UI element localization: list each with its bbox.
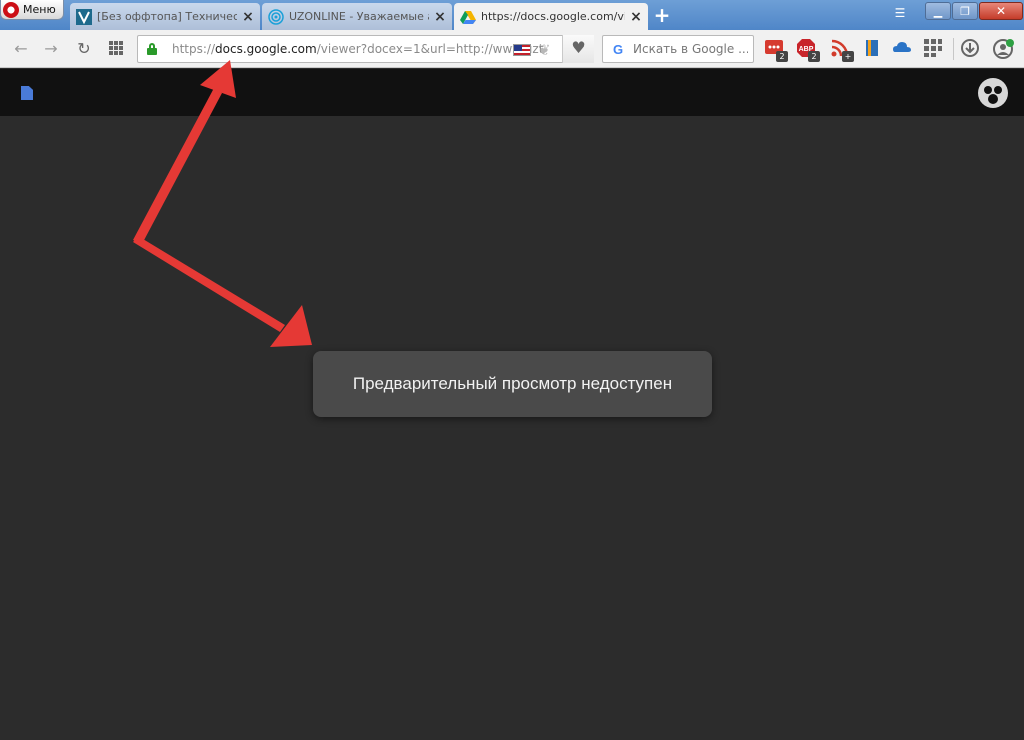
forward-button[interactable]: → [41, 39, 61, 59]
tabs-menu-icon[interactable]: ☰ [891, 6, 909, 22]
tab-title: UZONLINE - Уважаемые або [289, 10, 429, 23]
minimize-button[interactable]: ▁ [925, 2, 951, 20]
google-icon: G [613, 42, 624, 57]
notes-badge: 2 [776, 51, 788, 62]
close-tab-icon[interactable]: × [630, 9, 642, 25]
uzonline-icon [268, 8, 284, 25]
maximize-button[interactable]: ❐ [952, 2, 978, 20]
viewer-header [0, 69, 1024, 116]
tab-google-docs[interactable]: https://docs.google.com/vie × [454, 3, 648, 30]
new-tab-button[interactable]: + [653, 5, 671, 25]
leaf-icon[interactable]: ❦ [538, 41, 554, 59]
google-drive-icon [460, 10, 476, 24]
close-tab-icon[interactable]: × [242, 9, 254, 25]
book-icon[interactable] [862, 38, 882, 58]
avatar[interactable] [978, 78, 1008, 108]
search-input[interactable] [633, 42, 748, 56]
close-window-button[interactable]: ✕ [979, 2, 1023, 20]
tab-title: [Без оффтопа] Техническая [97, 10, 237, 23]
apps-grid-icon[interactable] [923, 38, 943, 58]
address-bar[interactable]: https://docs.google.com/viewer?docex=1&u… [137, 35, 594, 63]
tab-title: https://docs.google.com/vie [481, 10, 625, 23]
account-icon[interactable] [993, 38, 1014, 59]
preview-unavailable-message: Предварительный просмотр недоступен [313, 351, 712, 417]
tab-technical[interactable]: [Без оффтопа] Техническая × [70, 3, 260, 30]
close-tab-icon[interactable]: × [434, 9, 446, 25]
document-icon[interactable] [21, 86, 33, 100]
opera-menu-button[interactable]: Меню [0, 0, 64, 20]
cloud-icon[interactable] [892, 38, 912, 58]
browser-toolbar: ← → ↻ https://docs.google.com/viewer?doc… [0, 30, 1024, 68]
url-text[interactable]: https://docs.google.com/viewer?docex=1&u… [172, 42, 543, 56]
rss-icon[interactable]: + [830, 38, 854, 62]
us-flag-icon[interactable] [513, 44, 531, 56]
menu-label: Меню [23, 3, 56, 16]
document-viewer: Предварительный просмотр недоступен [0, 116, 1024, 740]
tab-uzonline[interactable]: UZONLINE - Уважаемые або × [262, 3, 452, 30]
v-site-icon [76, 8, 92, 25]
adblock-badge: 2 [808, 51, 820, 62]
heart-icon[interactable]: ♥ [562, 35, 594, 63]
opera-logo-icon [3, 1, 19, 18]
back-button[interactable]: ← [11, 39, 31, 59]
preview-unavailable-text: Предварительный просмотр недоступен [352, 374, 673, 393]
secure-lock-icon [147, 43, 157, 55]
notes-icon[interactable]: 2 [764, 38, 788, 62]
reload-button[interactable]: ↻ [74, 39, 94, 59]
download-icon[interactable] [960, 38, 980, 58]
search-box[interactable]: G [602, 35, 754, 63]
speed-dial-icon[interactable] [108, 40, 124, 56]
rss-badge: + [842, 51, 854, 62]
toolbar-separator [953, 38, 954, 60]
window-titlebar: Меню [Без оффтопа] Техническая × UZONLIN… [0, 0, 1024, 30]
adblock-icon[interactable]: ABP 2 [796, 38, 820, 62]
